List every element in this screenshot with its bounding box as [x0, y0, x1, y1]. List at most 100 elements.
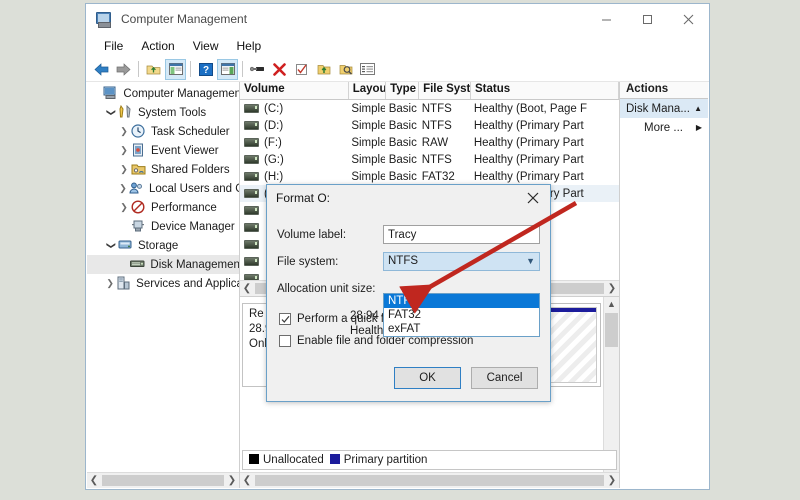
scroll-up-icon[interactable]: ▲: [604, 297, 619, 311]
tree-horizontal-scrollbar[interactable]: ❮ ❯: [87, 472, 239, 488]
cancel-button[interactable]: Cancel: [471, 367, 538, 389]
chevron-down-icon[interactable]: ❯: [106, 106, 117, 120]
screenshot-root: Computer Management File Action View Hel…: [0, 0, 800, 500]
tree-scroll-thumb[interactable]: [102, 475, 224, 486]
tree-item-system-tools[interactable]: ❯ System Tools: [87, 103, 239, 122]
chevron-right-icon[interactable]: ❯: [117, 202, 131, 213]
cell-volume-label: (H:): [264, 170, 284, 183]
show-hide-action-pane-icon[interactable]: [217, 58, 238, 80]
dropdown-option-fat32[interactable]: FAT32: [384, 308, 539, 322]
volume-scroll-left-icon[interactable]: ❮: [240, 283, 254, 294]
menu-view[interactable]: View: [184, 37, 228, 55]
cell-layout: Simple: [351, 119, 385, 132]
refresh-icon[interactable]: [291, 59, 312, 80]
chevron-right-icon[interactable]: ❯: [117, 164, 131, 175]
cell-layout: Simple: [351, 136, 385, 149]
chevron-down-icon[interactable]: ❯: [106, 239, 117, 253]
chevron-right-icon[interactable]: ❯: [117, 145, 131, 156]
table-row[interactable]: (D:) Simple Basic NTFS Healthy (Primary Part: [240, 117, 619, 134]
table-row[interactable]: (C:) Simple Basic NTFS Healthy (Boot, Page F: [240, 100, 619, 117]
chevron-right-icon[interactable]: ❯: [104, 278, 116, 289]
console-tree: Computer Management (l ❯ System Tools ❯ Task…: [87, 82, 239, 472]
cell-status: Healthy (Primary Part: [473, 170, 584, 183]
column-header-layout[interactable]: Layout: [349, 82, 387, 99]
table-row[interactable]: (G:) Simple Basic NTFS Healthy (Primary Part: [240, 151, 619, 168]
tree-item-disk-management[interactable]: Disk Management: [87, 255, 239, 274]
up-folder-icon[interactable]: [143, 59, 164, 80]
actions-pane: Actions Disk Mana... ▲ More ... ▶: [619, 82, 708, 488]
help-icon[interactable]: ?: [195, 59, 216, 80]
menu-help[interactable]: Help: [228, 37, 271, 55]
table-row[interactable]: (H:) Simple Basic FAT32 Healthy (Primary Par…: [240, 168, 619, 185]
graphic-scroll-left-icon[interactable]: ❮: [240, 475, 254, 486]
graphic-scroll-thumb[interactable]: [605, 313, 618, 347]
file-system-value: NTFS: [388, 255, 419, 267]
graphic-hscroll-thumb[interactable]: [255, 475, 604, 486]
graphic-vertical-scrollbar[interactable]: ▲ ▼: [603, 297, 619, 472]
submenu-caret-icon[interactable]: ▶: [696, 123, 702, 132]
scroll-left-icon[interactable]: ❮: [87, 475, 101, 486]
tools-icon: [118, 104, 134, 120]
partition-legend: Unallocated Primary partition: [242, 450, 617, 470]
actions-more-item[interactable]: More ... ▶: [620, 118, 708, 137]
volume-label-input[interactable]: Tracy: [383, 225, 540, 244]
chevron-right-icon[interactable]: ❯: [117, 126, 131, 137]
close-icon[interactable]: [668, 4, 709, 34]
table-row[interactable]: (F:) Simple Basic RAW Healthy (Primary Part: [240, 134, 619, 151]
tree-item-label: Device Manager: [151, 220, 235, 233]
menu-action[interactable]: Action: [132, 37, 183, 55]
collapse-caret-icon[interactable]: ▲: [694, 104, 702, 113]
tree-item-performance[interactable]: ❯ Performance: [87, 198, 239, 217]
tree-item-services-and-applicatic[interactable]: ❯ Services and Applicatic: [87, 274, 239, 293]
scroll-right-icon[interactable]: ❯: [225, 475, 239, 486]
detail-view-icon[interactable]: [357, 59, 378, 80]
compression-checkbox[interactable]: [279, 335, 291, 347]
back-arrow-icon[interactable]: [91, 59, 112, 80]
computer-management-icon: [95, 11, 113, 28]
scan-icon[interactable]: [335, 59, 356, 80]
column-header-type[interactable]: Type: [386, 82, 420, 99]
tree-item-device-manager[interactable]: Device Manager: [87, 217, 239, 236]
tree-item-label: System Tools: [138, 106, 207, 119]
chevron-right-icon[interactable]: ❯: [117, 183, 129, 194]
volume-label-caption: Volume label:: [277, 228, 347, 241]
tree-item-local-users-and-gro[interactable]: ❯ Local Users and Gro: [87, 179, 239, 198]
volume-drive-icon: [244, 155, 259, 164]
dialog-close-icon[interactable]: [516, 185, 550, 211]
volume-scroll-right-icon[interactable]: ❯: [605, 283, 619, 294]
column-header-file-system[interactable]: File System: [419, 82, 472, 99]
tree-item-event-viewer[interactable]: ❯ Event Viewer: [87, 141, 239, 160]
show-hide-console-tree-icon[interactable]: [165, 58, 186, 80]
chevron-down-icon[interactable]: ▼: [526, 254, 535, 269]
cell-layout: Simple: [351, 170, 385, 183]
column-header-status[interactable]: Status: [471, 82, 619, 99]
tree-item-storage[interactable]: ❯ Storage: [87, 236, 239, 255]
svg-text:?: ?: [202, 65, 208, 76]
quick-format-checkbox[interactable]: [279, 313, 291, 325]
ok-button[interactable]: OK: [394, 367, 461, 389]
dropdown-option-exfat[interactable]: exFAT: [384, 322, 539, 336]
graphic-scroll-right-icon[interactable]: ❯: [605, 475, 619, 486]
minimize-icon[interactable]: [586, 4, 627, 34]
forward-arrow-icon[interactable]: [113, 59, 134, 80]
delete-icon[interactable]: [269, 59, 290, 80]
legend-item-primary: Primary partition: [329, 454, 427, 466]
properties-icon[interactable]: [247, 59, 268, 80]
actions-group-header[interactable]: Disk Mana... ▲: [620, 99, 708, 118]
tree-item-task-scheduler[interactable]: ❯ Task Scheduler: [87, 122, 239, 141]
volume-list-header: VolumeLayoutTypeFile SystemStatus: [240, 82, 619, 100]
file-system-dropdown-list[interactable]: NTFS FAT32 exFAT: [383, 293, 540, 337]
dialog-body: Volume label: Tracy File system: NTFS ▼ …: [267, 211, 550, 352]
file-system-combobox[interactable]: NTFS ▼: [383, 252, 540, 271]
dropdown-option-ntfs[interactable]: NTFS: [384, 294, 539, 308]
tree-item-shared-folders[interactable]: ❯ Shared Folders: [87, 160, 239, 179]
maximize-icon[interactable]: [627, 4, 668, 34]
export-list-icon[interactable]: [313, 59, 334, 80]
volume-drive-icon: [244, 257, 259, 266]
cell-layout: Simple: [351, 102, 385, 115]
menu-file[interactable]: File: [95, 37, 132, 55]
graphic-horizontal-scrollbar[interactable]: ❮ ❯: [240, 472, 619, 488]
cell-type: Basic: [388, 136, 417, 149]
tree-item-computer-management-l[interactable]: Computer Management (l: [87, 84, 239, 103]
column-header-volume[interactable]: Volume: [240, 82, 349, 99]
